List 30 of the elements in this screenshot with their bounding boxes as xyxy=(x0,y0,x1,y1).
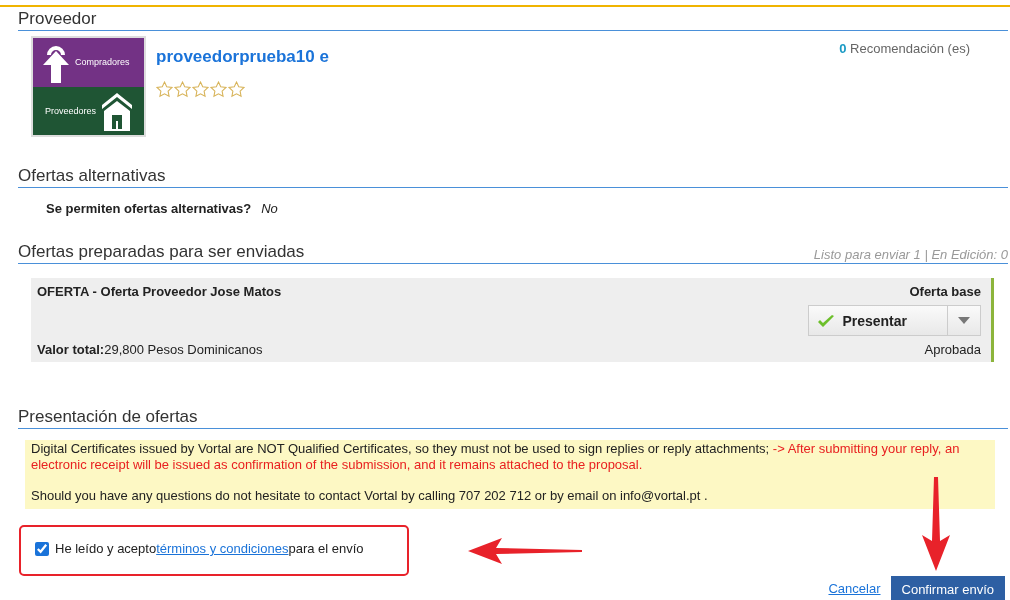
recommendation-count: 0 Recomendación (es) xyxy=(839,41,970,56)
offer-title: OFERTA - Oferta Proveedor Jose Matos xyxy=(37,284,283,299)
cancel-link[interactable]: Cancelar xyxy=(828,581,881,596)
caret-icon xyxy=(958,317,970,324)
star-icon xyxy=(210,81,227,98)
star-icon xyxy=(228,81,245,98)
star-icon xyxy=(156,81,173,98)
question-label: Se permiten ofertas alternativas? xyxy=(46,201,252,216)
checkmark-icon xyxy=(817,313,836,328)
house-icon xyxy=(100,90,135,131)
section-heading: Presentación de ofertas xyxy=(18,407,198,427)
star-icon xyxy=(174,81,191,98)
notice-text: Digital Certificates issued by Vortal are NOT Qualified Certificates, so they must not be used to sign replies or reply attachments; -> After submitting your reply, an electronic receipt will be issued as confirmation of the submission, and it remains attached to the proposal. xyxy=(31,441,961,472)
answer-value: No xyxy=(261,201,278,216)
confirm-button[interactable]: Confirmar envío xyxy=(890,575,1005,600)
accept-label: He leído y aceptotérminos y condicionespara el envío xyxy=(55,541,364,556)
contact-text: Should you have any questions do not hesitate to contact Vortal by calling 707 202 712 or by email on info@vortal.pt . xyxy=(31,488,709,504)
logo-text: Compradores xyxy=(75,57,130,68)
section-heading: Ofertas alternativas xyxy=(18,166,166,186)
terms-link[interactable]: términos y condiciones xyxy=(156,541,289,556)
offer-type: Oferta base xyxy=(908,284,981,299)
offer-total: Valor total:29,800 Pesos Dominicanos xyxy=(37,342,264,357)
logo-text: Proveedores xyxy=(45,105,97,116)
provider-name[interactable]: proveedorprueba10 e xyxy=(156,47,329,67)
offer-summary: Listo para enviar 1 | En Edición: 0 xyxy=(813,247,1008,262)
offer-status: Aprobada xyxy=(923,342,981,357)
star-icon xyxy=(192,81,209,98)
section-heading: Proveedor xyxy=(18,9,97,29)
section-heading: Ofertas preparadas para ser enviadas xyxy=(18,242,305,262)
accept-checkbox[interactable] xyxy=(35,541,49,556)
